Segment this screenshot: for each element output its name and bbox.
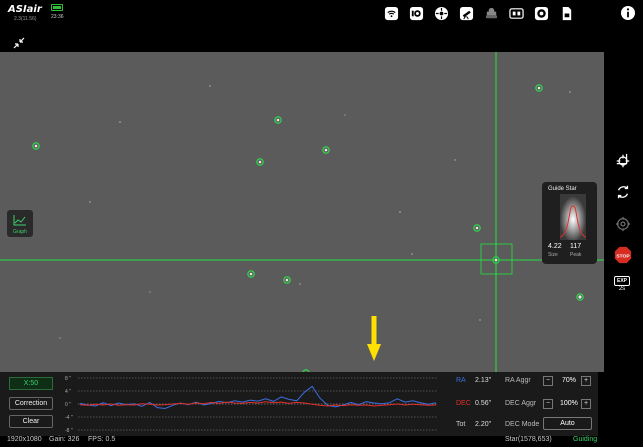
ra-aggr-plus-button[interactable]: +: [581, 376, 591, 386]
guide-star-panel: Guide Star 4.22 Size 117 Peak: [542, 182, 597, 264]
star-field: [0, 52, 604, 372]
guiding-state-status: Guiding: [573, 436, 598, 443]
guide-star-peak-label: Peak: [570, 252, 582, 258]
info-icon[interactable]: [620, 5, 636, 21]
power-box-icon[interactable]: [508, 5, 524, 21]
exposure-value: 2s: [618, 286, 626, 292]
target-select-icon[interactable]: [612, 150, 634, 172]
clock: 23:36: [51, 14, 64, 20]
camera-icon[interactable]: [408, 5, 424, 21]
loop-icon[interactable]: [612, 181, 634, 203]
fps-status: FPS: 0.5: [88, 436, 116, 443]
right-toolbar: STOP: [604, 52, 643, 372]
guide-scope-icon[interactable]: [483, 5, 499, 21]
graph-icon: [13, 215, 26, 226]
device-toolbar: [383, 5, 574, 21]
resolution-status: 1920x1080: [7, 436, 42, 443]
scale-button[interactable]: X:50: [9, 377, 53, 390]
dec-aggr-minus-button[interactable]: −: [543, 399, 553, 409]
wifi-icon[interactable]: [383, 5, 399, 21]
ra-value: 2.13": [475, 377, 492, 384]
graph-y-ticks: 8 " 4 " 0 " -4 " -8 ": [65, 376, 73, 434]
y-tick-label: -4 ": [65, 415, 73, 421]
dec-aggr-label: DEC Aggr: [505, 400, 537, 407]
graph-label: Graph: [13, 229, 27, 235]
calibrate-icon[interactable]: [612, 213, 634, 235]
guide-graph-panel: X:50 Correction Clear 8 " 4 " 0 " -4 " -8 " …: [0, 372, 598, 436]
guide-star-peak-value: 117: [570, 243, 582, 250]
guide-control-panel: X:50 Correction Clear 8 " 4 " 0 " -4 " -8 " …: [0, 372, 643, 447]
guide-star-title: Guide Star: [548, 186, 577, 192]
app-logo-text: ASIair: [8, 4, 42, 15]
app-version: 2.3(11.56): [14, 16, 37, 22]
ra-aggr-value: 70%: [562, 377, 577, 384]
dec-label: DEC: [456, 400, 471, 407]
ra-aggr-minus-button[interactable]: −: [543, 376, 553, 386]
graph-toggle-button[interactable]: Graph: [7, 210, 33, 237]
guide-error-graph: 8 " 4 " 0 " -4 " -8 ": [65, 376, 438, 434]
guide-image-view[interactable]: [0, 52, 604, 372]
filter-wheel-icon[interactable]: [533, 5, 549, 21]
top-bar: ASIair 2.3(11.56) 23:36: [0, 0, 643, 52]
collapse-icon[interactable]: [13, 37, 25, 49]
app-logo[interactable]: ASIair 2.3(11.56): [8, 4, 42, 22]
stop-label: STOP: [616, 253, 630, 259]
dec-mode-label: DEC Mode: [505, 421, 540, 428]
exposure-setting[interactable]: EXP 2s: [609, 276, 635, 292]
ra-aggr-label: RA Aggr: [505, 377, 531, 384]
y-tick-label: 4 ": [65, 389, 71, 395]
exposure-label: EXP: [613, 276, 630, 286]
storage-icon[interactable]: [558, 5, 574, 21]
y-tick-label: -8 ": [65, 428, 73, 434]
dec-aggr-plus-button[interactable]: +: [581, 399, 591, 409]
dec-value: 0.56": [475, 400, 492, 407]
dec-aggr-value: 100%: [560, 400, 578, 407]
star-profile-graph: [560, 194, 586, 240]
telescope-icon[interactable]: [458, 5, 474, 21]
guide-star-size-label: Size: [548, 252, 558, 258]
dec-mode-select[interactable]: Auto: [543, 417, 592, 430]
y-tick-label: 8 ": [65, 376, 71, 382]
stop-guiding-button[interactable]: STOP: [612, 244, 634, 266]
clear-button[interactable]: Clear: [9, 415, 53, 428]
correction-button[interactable]: Correction: [9, 397, 53, 410]
battery-icon: [51, 4, 63, 11]
focus-wheel-icon[interactable]: [433, 5, 449, 21]
ra-label: RA: [456, 377, 466, 384]
gain-status: Gain: 326: [49, 436, 80, 443]
star-position-status: Star(1578,653): [505, 436, 552, 443]
guide-star-size-value: 4.22: [548, 243, 562, 250]
tot-value: 2.20": [475, 421, 492, 428]
y-tick-label: 0 ": [65, 402, 71, 408]
annotation-arrow: [367, 316, 381, 361]
tot-label: Tot: [456, 421, 466, 428]
